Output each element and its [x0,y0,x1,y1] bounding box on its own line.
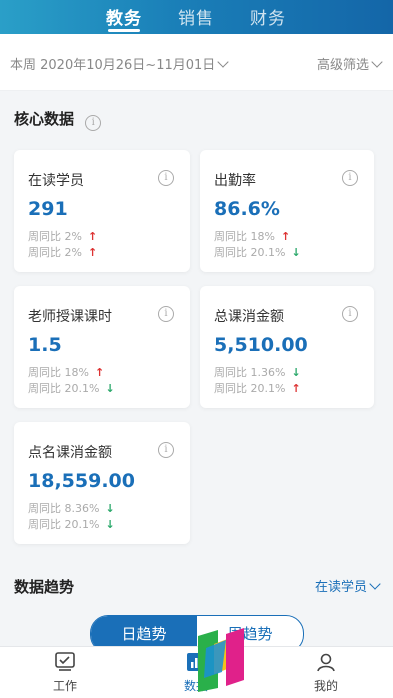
arrow-up-icon: ↑ [94,366,105,379]
comparison-text: 周同比 20.1% [28,382,100,395]
card-value: 291 [28,198,68,220]
arrow-down-icon: ↓ [105,382,115,395]
stat-card-attendance[interactable]: 出勤率 i 86.6% 周同比 18% ↑ 周同比 20.1% ↓ [200,150,374,272]
tab-sales[interactable]: 销售 [178,4,214,29]
arrow-up-icon: ↑ [87,230,98,243]
info-icon[interactable]: i [342,170,358,186]
chevron-down-icon [217,56,229,68]
arrow-up-icon: ↑ [87,246,98,259]
arrow-up-icon: ↑ [291,382,301,395]
card-label: 在读学员 [28,173,84,189]
comparison-text: 周同比 18% [28,366,89,379]
tab-academic[interactable]: 教务 [106,4,142,29]
date-range-selector[interactable]: 本周 2020年10月26日~11月01日 [10,54,229,73]
card-label: 总课消金额 [214,309,284,325]
profile-icon [317,653,335,672]
card-comparison: 周同比 2% ↑ [28,244,97,260]
comparison-text: 周同比 20.1% [28,518,100,531]
arrow-down-icon: ↓ [105,518,115,531]
arrow-down-icon: ↓ [105,502,115,515]
trend-section-title: 数据趋势 [14,578,75,596]
core-data-section-title: 核心数据 i [14,108,102,131]
comparison-text: 周同比 18% [214,230,275,243]
card-comparison: 周同比 2% ↑ [28,228,97,244]
arrow-down-icon: ↓ [291,366,301,379]
tab-finance[interactable]: 财务 [250,4,286,29]
card-value: 86.6% [214,198,280,220]
card-label: 出勤率 [214,173,256,189]
stat-card-total-consumption[interactable]: 总课消金额 i 5,510.00 周同比 1.36% ↓ 周同比 20.1% ↑ [200,286,374,408]
nav-label-work: 工作 [52,679,77,693]
card-comparison: 周同比 20.1% ↓ [28,380,115,396]
card-comparison: 周同比 20.1% ↑ [214,380,301,396]
trend-metric-label: 在读学员 [314,580,367,595]
work-icon [55,652,75,671]
card-comparison: 周同比 20.1% ↓ [214,244,301,260]
watermark-logo [198,628,244,692]
card-comparison: 周同比 8.36% ↓ [28,500,115,516]
comparison-text: 周同比 1.36% [214,366,286,379]
stat-card-enrolled[interactable]: 在读学员 i 291 周同比 2% ↑ 周同比 2% ↑ [14,150,190,272]
advanced-filter-label: 高级筛选 [316,58,369,73]
card-label: 老师授课课时 [28,309,112,325]
chevron-down-icon [371,56,383,68]
comparison-text: 周同比 2% [28,246,82,259]
card-comparison: 周同比 18% ↑ [28,364,104,380]
active-tab-indicator [108,29,140,32]
comparison-text: 周同比 20.1% [214,246,286,259]
nav-item-work[interactable]: 工作 [30,651,100,694]
card-comparison: 周同比 18% ↑ [214,228,290,244]
trend-metric-select[interactable]: 在读学员 [314,576,381,595]
comparison-text: 周同比 20.1% [214,382,286,395]
core-data-title: 核心数据 [14,110,75,128]
info-icon[interactable]: i [342,306,358,322]
card-comparison: 周同比 20.1% ↓ [28,516,115,532]
date-range-label: 本周 2020年10月26日~11月01日 [10,58,216,73]
comparison-text: 周同比 2% [28,230,82,243]
info-icon[interactable]: i [158,306,174,322]
advanced-filter-button[interactable]: 高级筛选 [316,54,383,73]
arrow-up-icon: ↑ [280,230,291,243]
chevron-down-icon [369,578,381,590]
card-label: 点名课消金额 [28,445,112,461]
filter-bar: 本周 2020年10月26日~11月01日 高级筛选 [0,34,393,91]
arrow-down-icon: ↓ [291,246,301,259]
stat-card-teaching-hours[interactable]: 老师授课课时 i 1.5 周同比 18% ↑ 周同比 20.1% ↓ [14,286,190,408]
stat-card-rollcall-consumption[interactable]: 点名课消金额 i 18,559.00 周同比 8.36% ↓ 周同比 20.1% ↓ [14,422,190,544]
top-tabs: 教务 销售 财务 [0,0,393,34]
nav-label-mine: 我的 [313,679,338,693]
info-icon[interactable]: i [158,442,174,458]
card-value: 1.5 [28,334,62,356]
card-value: 5,510.00 [214,334,308,356]
card-comparison: 周同比 1.36% ↓ [214,364,301,380]
comparison-text: 周同比 8.36% [28,502,100,515]
nav-item-mine[interactable]: 我的 [291,651,361,694]
info-icon[interactable]: i [85,115,102,131]
info-icon[interactable]: i [158,170,174,186]
card-value: 18,559.00 [28,470,135,492]
